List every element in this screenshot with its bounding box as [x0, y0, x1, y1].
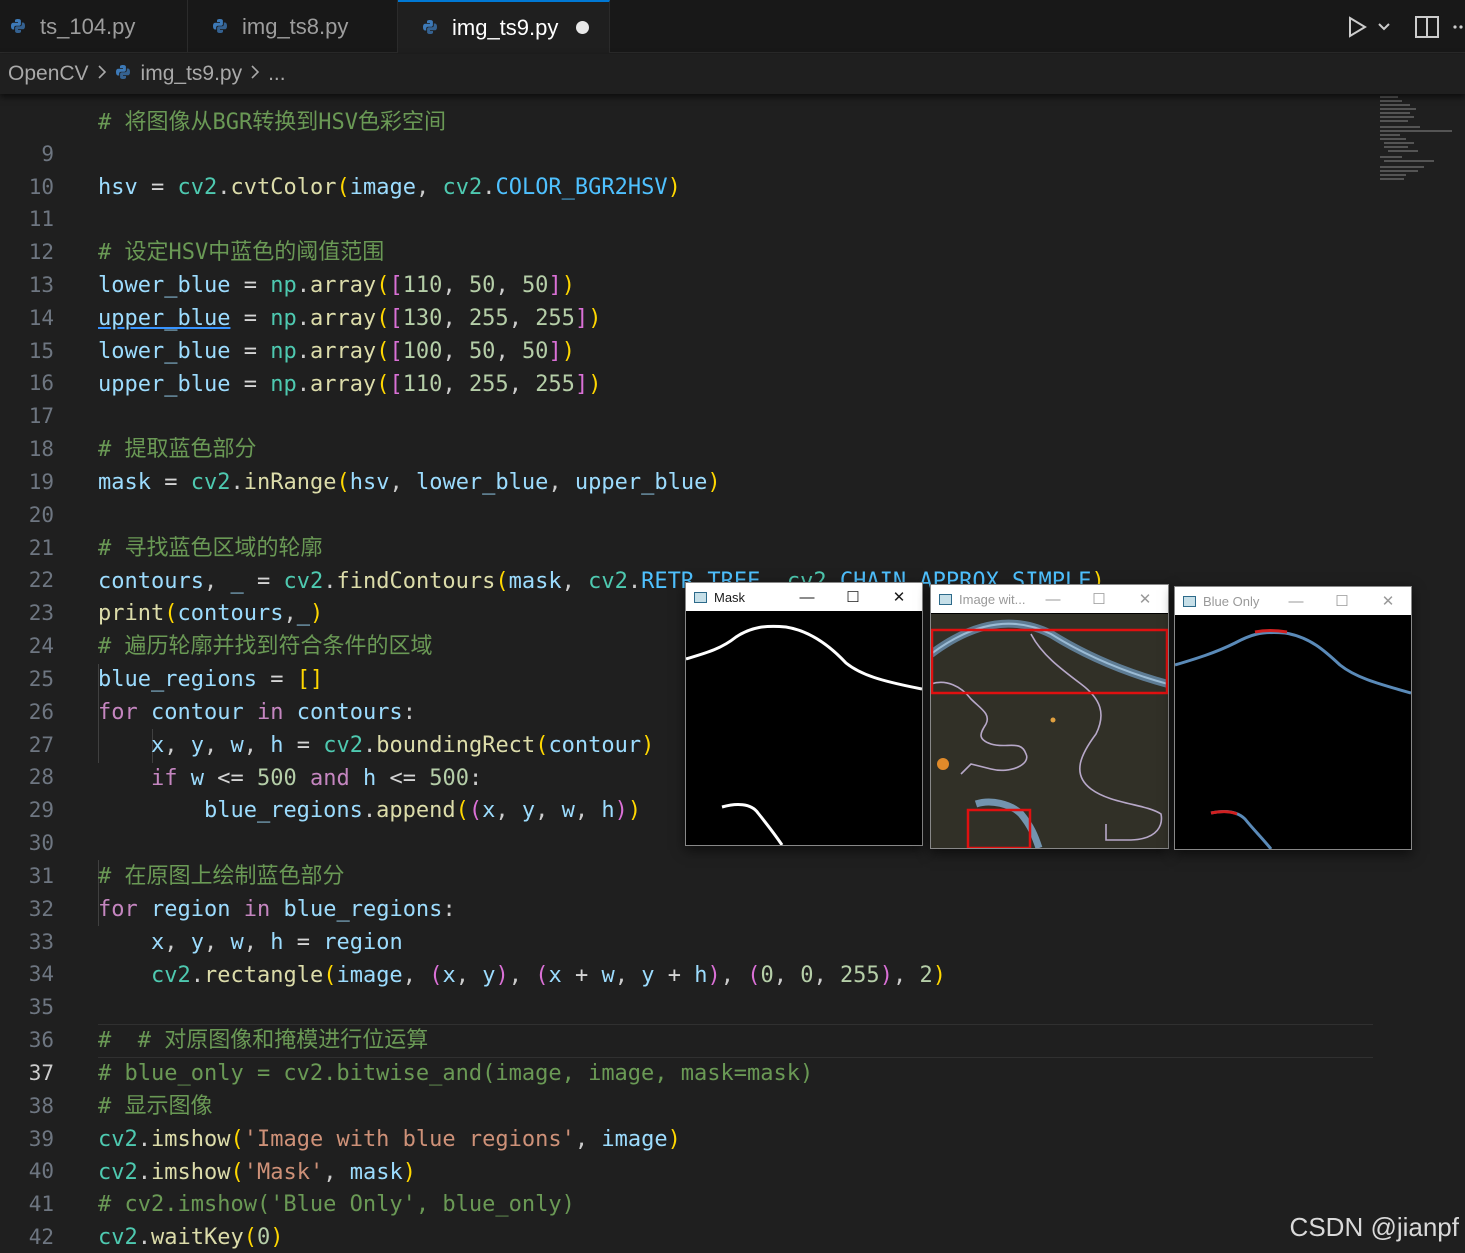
code-line: 20 # 寻找蓝色区域的轮廓 — [0, 466, 1465, 561]
window-app-icon — [939, 593, 952, 605]
code-line: 42 cv2.destroyAllWindows() — [0, 1188, 1465, 1249]
more-icon[interactable] — [1451, 7, 1465, 47]
code-line: 10 — [0, 138, 1465, 199]
mask-image — [686, 611, 922, 845]
code-line: 22 print(contours,_) — [0, 531, 1465, 626]
tab-ts-104[interactable]: ts_104.py — [0, 0, 188, 53]
code-line: 35 # # 对原图像和掩模进行位运算 — [0, 958, 1465, 1053]
split-editor-icon[interactable] — [1403, 7, 1451, 47]
code-line: 9 hsv = cv2.cvtColor(image, cv2.COLOR_BG… — [0, 105, 1465, 200]
code-line: 21 contours, _ = cv2.findContours(mask, … — [0, 499, 1465, 594]
minimize-button[interactable]: — — [784, 589, 830, 606]
code-line: 16 — [0, 334, 1465, 395]
chevron-down-icon[interactable] — [1371, 7, 1397, 47]
code-line: 33 cv2.rectangle(image, (x, y), (x + w, … — [0, 893, 1465, 988]
code-line: 37 # 显示图像 — [0, 1024, 1465, 1119]
window-title: Blue Only — [1203, 593, 1260, 609]
blue-only-image — [1175, 615, 1411, 849]
unsaved-dot-icon[interactable] — [576, 21, 590, 34]
breadcrumb-more[interactable]: ... — [268, 62, 286, 86]
window-app-icon — [1183, 595, 1196, 607]
close-button[interactable]: ✕ — [1365, 592, 1411, 610]
code-line: 38 cv2.imshow('Image with blue regions',… — [0, 1057, 1465, 1152]
window-title: Image wit... — [959, 591, 1026, 607]
cv-window-blue-only[interactable]: Blue Only — ☐ ✕ — [1174, 586, 1412, 850]
code-line: 36 # blue_only = cv2.bitwise_and(image, … — [0, 991, 1465, 1086]
minimap[interactable] — [1378, 94, 1458, 184]
window-app-icon — [694, 591, 707, 603]
code-line: 18 mask = cv2.inRange(hsv, lower_blue, u… — [0, 400, 1465, 495]
code-line: 19 — [0, 433, 1465, 494]
code-line: 41 cv2.waitKey(0) — [0, 1155, 1465, 1250]
window-titlebar[interactable]: Blue Only — ☐ ✕ — [1175, 587, 1411, 615]
close-button[interactable]: ✕ — [1122, 590, 1168, 608]
breadcrumb: OpenCV img_ts9.py ... — [0, 54, 1465, 94]
breadcrumb-folder[interactable]: OpenCV — [8, 62, 89, 86]
chevron-right-icon — [250, 62, 260, 86]
code-line: 39 cv2.imshow('Mask', mask) — [0, 1090, 1465, 1185]
code-text: cv2.waitKey(0) — [98, 1225, 284, 1250]
tab-label: img_ts9.py — [452, 14, 559, 40]
code-line: 34 — [0, 925, 1465, 986]
maximize-button[interactable]: ☐ — [830, 588, 876, 606]
cv-window-image[interactable]: Image wit... — ☐ ✕ — [930, 584, 1169, 849]
code-line: 40 # cv2.imshow('Blue Only', blue_only) — [0, 1122, 1465, 1217]
minimize-button[interactable]: — — [1273, 593, 1319, 610]
tab-bar: ts_104.py img_ts8.py img_ts9.py — [0, 0, 1465, 53]
code-line: 17 # 提取蓝色部分 — [0, 367, 1465, 462]
window-titlebar[interactable]: Mask — ☐ ✕ — [686, 583, 922, 611]
tab-img-ts9[interactable]: img_ts9.py — [398, 0, 610, 53]
editor-actions — [1343, 0, 1465, 53]
code-line: 11 # 设定HSV中蓝色的阈值范围 — [0, 170, 1465, 265]
watermark-text: CSDN @jianpf — [1289, 1212, 1459, 1242]
maximize-button[interactable]: ☐ — [1076, 590, 1122, 608]
window-titlebar[interactable]: Image wit... — ☐ ✕ — [931, 585, 1168, 613]
run-icon[interactable] — [1343, 7, 1371, 47]
code-line: 14 lower_blue = np.array([100, 50, 50]) — [0, 269, 1465, 364]
python-file-icon — [115, 62, 131, 86]
result-image — [931, 614, 1168, 848]
python-file-icon — [212, 14, 228, 40]
chevron-right-icon — [97, 62, 107, 86]
line-number: 42 — [28, 1225, 54, 1249]
code-line: 32 x, y, w, h = region — [0, 860, 1465, 955]
close-button[interactable]: ✕ — [876, 588, 922, 606]
tab-img-ts8[interactable]: img_ts8.py — [188, 0, 398, 53]
code-line: 15 upper_blue = np.array([110, 255, 255]… — [0, 302, 1465, 397]
python-file-icon — [422, 15, 438, 41]
code-line: 13 upper_blue = np.array([130, 255, 255]… — [0, 236, 1465, 331]
cv-window-mask[interactable]: Mask — ☐ ✕ — [685, 582, 923, 846]
tab-label: img_ts8.py — [242, 13, 349, 39]
python-file-icon — [10, 14, 26, 40]
tab-label: ts_104.py — [40, 13, 136, 39]
breadcrumb-file[interactable]: img_ts9.py — [141, 62, 243, 86]
code-line: 12 lower_blue = np.array([110, 50, 50]) — [0, 203, 1465, 298]
minimize-button[interactable]: — — [1030, 591, 1076, 608]
maximize-button[interactable]: ☐ — [1319, 592, 1365, 610]
window-title: Mask — [714, 589, 746, 605]
